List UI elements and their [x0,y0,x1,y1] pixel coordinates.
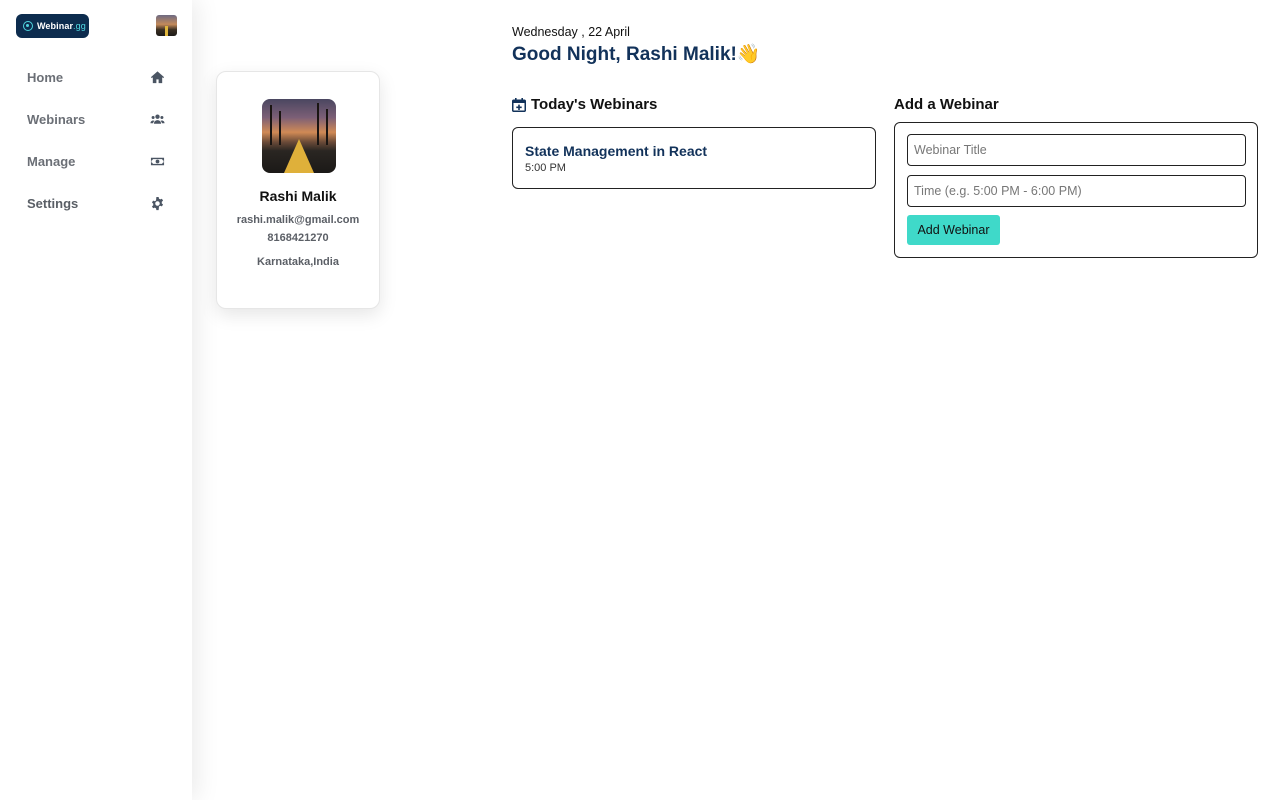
sidebar-item-manage[interactable]: Manage [0,140,192,182]
users-icon [149,111,165,127]
todays-webinars-title: Today's Webinars [531,96,658,113]
logo-mark-icon [23,21,33,31]
sidebar-item-label: Manage [27,153,76,169]
profile-location: Karnataka,India [257,256,339,268]
calendar-plus-icon [512,97,526,112]
profile-name: Rashi Malik [259,188,337,204]
sidebar-avatar[interactable] [156,15,177,36]
sidebar-item-label: Webinars [27,111,86,127]
logo-text: Webinar.gg [37,21,86,31]
profile-phone: 8168421270 [267,232,329,244]
current-date: Wednesday , 22 April [512,25,630,39]
webinar-time: 5:00 PM [525,162,566,174]
sidebar-item-webinars[interactable]: Webinars [0,98,192,140]
webinar-time-input[interactable] [907,175,1246,207]
todays-webinars-heading: Today's Webinars [512,96,657,113]
webinar-title: State Management in React [525,143,708,159]
sidebar-item-label: Home [27,69,64,85]
add-webinar-heading: Add a Webinar [894,96,999,113]
home-icon [149,69,165,85]
profile-avatar [262,99,336,173]
profile-email: rashi.malik@gmail.com [236,214,360,226]
sidebar-item-home[interactable]: Home [0,56,192,98]
sidebar-item-label: Settings [27,195,79,211]
greeting-title: Good Night, Rashi Malik!👋 [512,44,761,65]
money-icon [149,153,165,169]
app-logo[interactable]: Webinar.gg [16,14,89,38]
webinar-title-input[interactable] [907,134,1246,166]
sidebar: Webinar.gg Home Webinars Manage Settings [0,0,192,800]
profile-card: Rashi Malik rashi.malik@gmail.com 816842… [216,71,380,309]
add-webinar-form: Add Webinar [894,122,1258,258]
gear-icon [149,195,165,211]
sidebar-nav: Home Webinars Manage Settings [0,56,192,224]
add-webinar-button[interactable]: Add Webinar [907,215,1000,245]
webinar-card[interactable]: State Management in React 5:00 PM [512,127,876,189]
sidebar-item-settings[interactable]: Settings [0,182,192,224]
